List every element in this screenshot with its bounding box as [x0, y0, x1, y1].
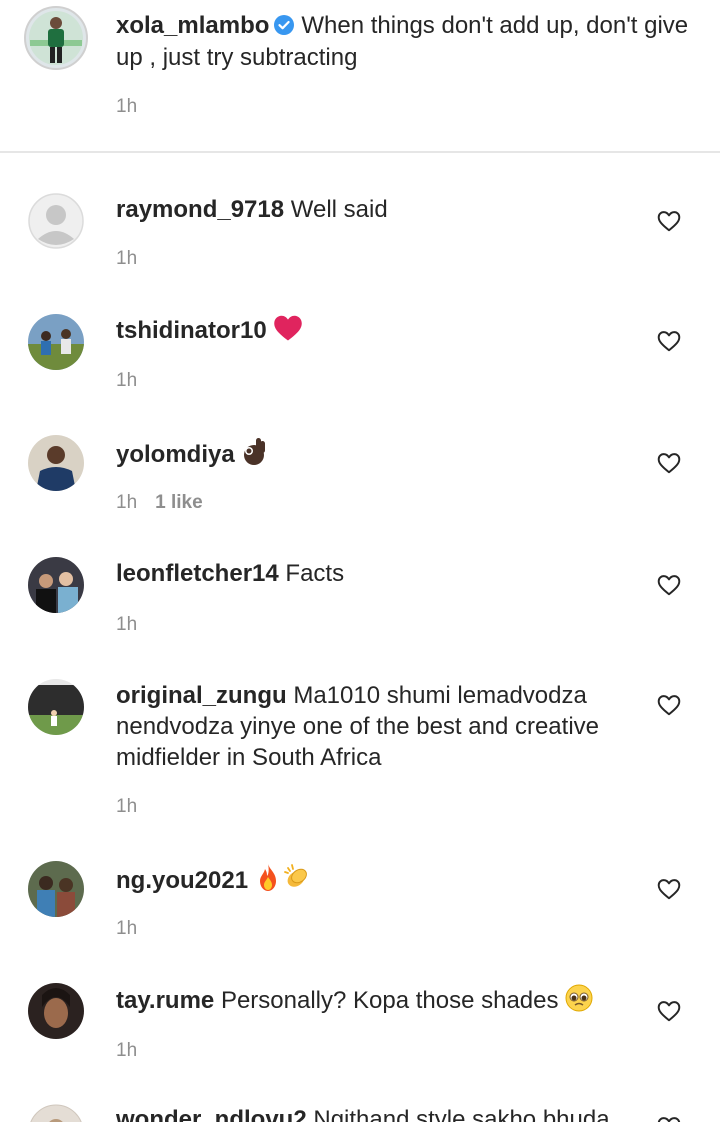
comment-meta: 1h	[116, 248, 137, 270]
avatar-photo[interactable]	[28, 861, 84, 917]
verified-badge-icon	[273, 14, 295, 36]
pleading-face-emoji-icon	[565, 984, 593, 1012]
comment-body: raymond_9718 Well said	[116, 194, 636, 225]
comment-meta: 1h	[116, 370, 137, 392]
comment-body: original_zungu Ma1010 shumi lemadvodza n…	[116, 680, 636, 773]
comment-meta: 1h 1 like	[116, 492, 203, 514]
comment-meta: 1h	[116, 918, 137, 940]
comment-likes[interactable]: 1 like	[155, 492, 203, 513]
comment-time: 1h	[116, 918, 138, 939]
comment-meta: 1h	[116, 614, 137, 636]
avatar-photo[interactable]	[28, 435, 84, 491]
comment-meta: 1h	[116, 796, 137, 818]
ok-hand-emoji-icon	[241, 436, 267, 466]
comment-username[interactable]: original_zungu	[116, 682, 287, 709]
comment-text: Well said	[290, 196, 388, 223]
comment-time: 1h	[116, 370, 138, 391]
caption-time-value: 1h	[116, 96, 138, 117]
caption-time: 1h	[116, 96, 137, 118]
avatar-photo[interactable]	[28, 679, 84, 735]
red-heart-emoji-icon	[273, 314, 303, 342]
comment-username[interactable]: ng.you2021	[116, 867, 248, 894]
like-heart-icon[interactable]	[656, 876, 682, 902]
like-heart-icon[interactable]	[656, 998, 682, 1024]
comment-body: tay.rume Personally? Kopa those shades	[116, 984, 636, 1016]
comment-body: ng.you2021	[116, 862, 636, 896]
avatar-photo[interactable]	[28, 557, 84, 613]
like-heart-icon[interactable]	[656, 572, 682, 598]
comment-time: 1h	[116, 492, 138, 513]
comment-username[interactable]: leonfletcher14	[116, 560, 279, 587]
like-heart-icon[interactable]	[656, 328, 682, 354]
comment-body: tshidinator10	[116, 314, 636, 346]
caption-avatar[interactable]	[24, 6, 88, 70]
caption-body: xola_mlambo When things don't add up, don…	[116, 10, 696, 74]
like-heart-icon[interactable]	[656, 208, 682, 234]
divider	[0, 151, 720, 153]
avatar-photo[interactable]	[28, 314, 84, 370]
caption-username[interactable]: xola_mlambo	[116, 12, 269, 39]
comment-meta: 1h	[116, 1040, 137, 1062]
comment-time: 1h	[116, 248, 138, 269]
like-heart-icon[interactable]	[656, 450, 682, 476]
comment-body: leonfletcher14 Facts	[116, 558, 636, 589]
clapping-hands-emoji-icon	[281, 862, 311, 892]
bottom-edge	[0, 1122, 720, 1130]
comment-text: Facts	[285, 560, 345, 587]
comment-body: yolomdiya	[116, 436, 636, 470]
post-caption: xola_mlambo When things don't add up, don…	[0, 0, 720, 152]
comment-username[interactable]: tshidinator10	[116, 317, 267, 344]
avatar-photo[interactable]	[28, 983, 84, 1039]
comment-username[interactable]: raymond_9718	[116, 196, 284, 223]
comment-username[interactable]: yolomdiya	[116, 441, 235, 468]
comment-username[interactable]: tay.rume	[116, 987, 214, 1014]
comment-text: Personally? Kopa those shades	[220, 987, 559, 1014]
like-heart-icon[interactable]	[656, 692, 682, 718]
comment-time: 1h	[116, 1040, 138, 1061]
fire-emoji-icon	[255, 862, 281, 892]
avatar-default[interactable]	[28, 193, 84, 249]
comment-time: 1h	[116, 614, 138, 635]
comment-time: 1h	[116, 796, 138, 817]
